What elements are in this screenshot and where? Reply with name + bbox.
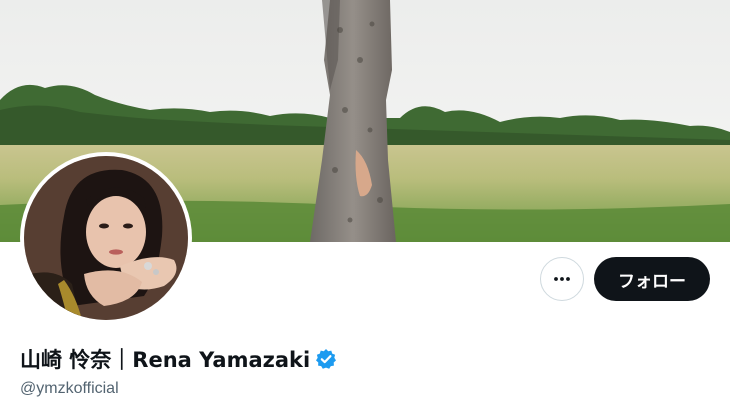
more-dots-icon [554, 277, 570, 281]
profile-avatar[interactable] [20, 152, 192, 324]
verified-badge-icon[interactable] [315, 348, 337, 370]
follow-button[interactable]: フォロー [594, 257, 710, 301]
display-name: 山崎 怜奈｜Rena Yamazaki [20, 348, 311, 372]
profile-name-row: 山崎 怜奈｜Rena Yamazaki [20, 344, 337, 374]
more-options-button[interactable] [540, 257, 584, 301]
avatar-photo [24, 156, 188, 320]
profile-handle: @ymzkofficial [20, 380, 119, 397]
